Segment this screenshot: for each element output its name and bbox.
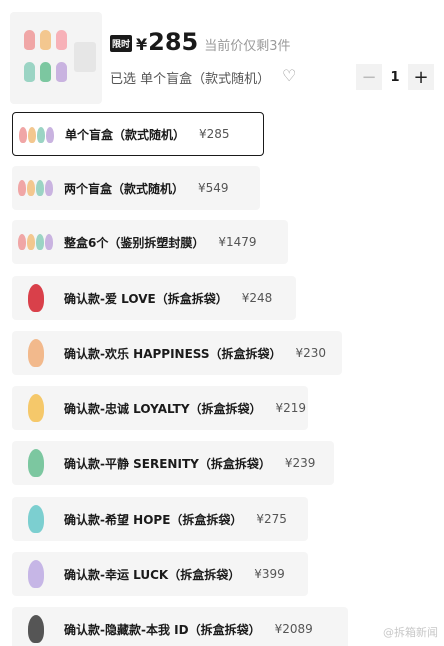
toy-figure bbox=[19, 127, 27, 143]
option-price: ¥549 bbox=[198, 181, 229, 195]
promo-tag: 限时 bbox=[110, 35, 133, 52]
option-name: 单个盲盒（款式随机） bbox=[65, 127, 186, 142]
toy-figure bbox=[45, 180, 53, 196]
option-price: ¥219 bbox=[275, 401, 307, 415]
toy-figure bbox=[28, 339, 44, 367]
option-price: ¥1479 bbox=[218, 235, 257, 249]
quantity-value: 1 bbox=[390, 69, 400, 85]
quantity-stepper: − 1 + bbox=[356, 64, 434, 90]
toy-figure bbox=[46, 127, 54, 143]
option-thumbnail bbox=[16, 611, 56, 646]
toy-figure bbox=[27, 234, 35, 250]
option-thumbnail bbox=[16, 335, 56, 371]
option-item[interactable]: 确认款-隐藏款-本我 ID（拆盒拆袋） ¥2089 bbox=[12, 607, 348, 646]
toy-figure bbox=[18, 180, 26, 196]
price-line: 限时 ¥ 285 当前价仅剩3件 bbox=[110, 28, 291, 56]
decrease-button[interactable]: − bbox=[356, 64, 382, 90]
toy-figure bbox=[28, 127, 36, 143]
option-name: 确认款-忠诚 LOYALTY（拆盒拆袋） bbox=[64, 401, 262, 416]
toy-figure bbox=[45, 234, 53, 250]
product-price: 285 bbox=[148, 28, 199, 56]
option-thumbnail bbox=[17, 117, 57, 153]
option-price: ¥239 bbox=[284, 456, 316, 470]
option-thumbnail bbox=[16, 170, 56, 206]
toy-figure bbox=[18, 234, 26, 250]
selected-option-text: 已选 单个盲盒（款式随机） bbox=[110, 72, 271, 87]
thumb-doll bbox=[56, 30, 67, 50]
option-name: 确认款-爱 LOVE（拆盒拆袋） bbox=[64, 291, 228, 306]
option-item[interactable]: 整盒6个（鉴别拆塑封膜） ¥1479 bbox=[12, 220, 288, 264]
option-name: 确认款-平静 SERENITY（拆盒拆袋） bbox=[64, 456, 271, 471]
option-thumbnail bbox=[16, 280, 56, 316]
thumb-doll bbox=[24, 62, 35, 82]
currency-symbol: ¥ bbox=[136, 35, 148, 54]
toy-figure bbox=[36, 234, 44, 250]
favorite-heart-icon[interactable]: ♡ bbox=[282, 66, 296, 85]
thumb-box bbox=[74, 42, 96, 72]
option-price: ¥2089 bbox=[274, 622, 313, 636]
toy-figure bbox=[28, 449, 44, 477]
option-name: 两个盲盒（款式随机） bbox=[64, 181, 185, 196]
option-name: 确认款-欢乐 HAPPINESS（拆盒拆袋） bbox=[64, 346, 282, 361]
option-price: ¥275 bbox=[256, 512, 287, 526]
option-item[interactable]: 确认款-忠诚 LOYALTY（拆盒拆袋） ¥219 bbox=[12, 386, 308, 430]
option-price: ¥285 bbox=[199, 127, 230, 141]
increase-button[interactable]: + bbox=[408, 64, 434, 90]
option-thumbnail bbox=[16, 501, 56, 537]
option-thumbnail bbox=[16, 556, 56, 592]
toy-figure bbox=[28, 615, 44, 643]
option-item[interactable]: 确认款-平静 SERENITY（拆盒拆袋） ¥239 bbox=[12, 441, 334, 485]
option-price: ¥399 bbox=[254, 567, 285, 581]
stock-text: 当前价仅剩3件 bbox=[204, 39, 291, 54]
thumb-doll bbox=[40, 30, 51, 50]
thumb-doll bbox=[40, 62, 51, 82]
option-item[interactable]: 单个盲盒（款式随机） ¥285 bbox=[12, 112, 264, 156]
thumb-doll bbox=[56, 62, 67, 82]
product-thumbnail bbox=[10, 12, 102, 104]
option-thumbnail bbox=[16, 445, 56, 481]
toy-figure bbox=[27, 180, 35, 196]
option-item[interactable]: 确认款-希望 HOPE（拆盒拆袋） ¥275 bbox=[12, 497, 308, 541]
toy-figure bbox=[28, 560, 44, 588]
option-name: 确认款-希望 HOPE（拆盒拆袋） bbox=[64, 512, 243, 527]
option-name: 整盒6个（鉴别拆塑封膜） bbox=[64, 235, 205, 250]
option-price: ¥248 bbox=[241, 291, 273, 305]
option-item[interactable]: 确认款-欢乐 HAPPINESS（拆盒拆袋） ¥230 bbox=[12, 331, 342, 375]
toy-figure bbox=[28, 505, 44, 533]
toy-figure bbox=[37, 127, 45, 143]
option-item[interactable]: 两个盲盒（款式随机） ¥549 bbox=[12, 166, 260, 210]
option-thumbnail bbox=[16, 224, 56, 260]
option-name: 确认款-幸运 LUCK（拆盒拆袋） bbox=[64, 567, 241, 582]
toy-figure bbox=[36, 180, 44, 196]
thumb-doll bbox=[24, 30, 35, 50]
toy-figure bbox=[28, 284, 44, 312]
option-name: 确认款-隐藏款-本我 ID（拆盒拆袋） bbox=[64, 622, 261, 637]
option-price: ¥230 bbox=[295, 346, 327, 360]
option-item[interactable]: 确认款-幸运 LUCK（拆盒拆袋） ¥399 bbox=[12, 552, 308, 596]
product-header: 限时 ¥ 285 当前价仅剩3件 已选 单个盲盒（款式随机） ♡ − 1 + bbox=[0, 0, 444, 112]
watermark: @拆箱新闻 bbox=[383, 626, 438, 639]
toy-figure bbox=[28, 394, 44, 422]
option-item[interactable]: 确认款-爱 LOVE（拆盒拆袋） ¥248 bbox=[12, 276, 296, 320]
option-thumbnail bbox=[16, 390, 56, 426]
